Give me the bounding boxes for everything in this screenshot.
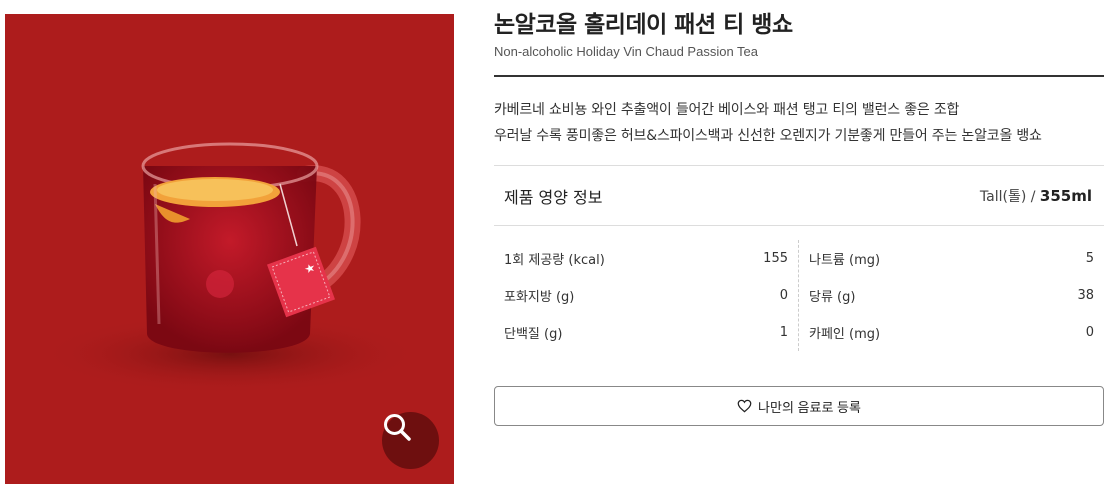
nutrition-value: 0 [1085, 325, 1094, 340]
product-description: 카베르네 쇼비뇽 와인 추출액이 들어간 베이스와 패션 탱고 티의 밸런스 좋… [494, 97, 1104, 149]
serving-size: Tall(톨) / 355ml [980, 186, 1092, 206]
nutrition-label: 카페인 (mg) [809, 327, 881, 342]
size-label: Tall(톨) / [979, 188, 1040, 205]
description-line: 우러날 수록 풍미좋은 허브&스파이스백과 신선한 오렌지가 기분좋게 만들어 … [494, 128, 1042, 144]
nutrition-row: 당류 (g) 38 [809, 277, 1094, 314]
nutrition-label: 나트륨 (mg) [809, 253, 881, 268]
register-label: 나만의 음료로 등록 [758, 399, 861, 415]
nutrition-label: 포화지방 (g) [504, 290, 575, 305]
nutrition-row: 카페인 (mg) 0 [809, 314, 1094, 351]
nutrition-label: 단백질 (g) [504, 327, 563, 342]
product-info: 논알코올 홀리데이 패션 티 뱅쇼 Non-alcoholic Holiday … [494, 10, 1104, 351]
nutrition-column-right: 나트륨 (mg) 5 당류 (g) 38 카페인 (mg) 0 [799, 240, 1104, 351]
size-value: 355ml [1039, 186, 1092, 205]
magnifier-icon [384, 414, 411, 441]
nutrition-row: 1회 제공량 (kcal) 155 [504, 240, 788, 277]
nutrition-value: 5 [1085, 251, 1094, 266]
register-favorite-button[interactable]: 나만의 음료로 등록 [494, 386, 1104, 426]
nutrition-row: 포화지방 (g) 0 [504, 277, 788, 314]
nutrition-value: 1 [779, 325, 788, 340]
description-line: 카베르네 쇼비뇽 와인 추출액이 들어간 베이스와 패션 탱고 티의 밸런스 좋… [494, 102, 960, 118]
product-title: 논알코올 홀리데이 패션 티 뱅쇼 [494, 12, 793, 38]
nutrition-value: 155 [763, 251, 788, 266]
nutrition-label: 1회 제공량 (kcal) [504, 253, 605, 268]
nutrition-heading: 제품 영양 정보 [504, 187, 603, 207]
nutrition-header: 제품 영양 정보 Tall(톨) / 355ml [494, 165, 1104, 226]
nutrition-row: 나트륨 (mg) 5 [809, 240, 1094, 277]
nutrition-column-left: 1회 제공량 (kcal) 155 포화지방 (g) 0 단백질 (g) 1 [494, 240, 799, 351]
nutrition-label: 당류 (g) [809, 290, 856, 305]
product-image [5, 14, 454, 484]
nutrition-value: 0 [779, 288, 788, 303]
heart-outline-icon [737, 399, 752, 413]
title-divider [494, 75, 1104, 77]
zoom-button[interactable] [382, 412, 439, 469]
product-subtitle: Non-alcoholic Holiday Vin Chaud Passion … [494, 44, 759, 59]
nutrition-value: 38 [1077, 288, 1094, 303]
nutrition-table: 1회 제공량 (kcal) 155 포화지방 (g) 0 단백질 (g) 1 나… [494, 226, 1104, 351]
nutrition-row: 단백질 (g) 1 [504, 314, 788, 351]
